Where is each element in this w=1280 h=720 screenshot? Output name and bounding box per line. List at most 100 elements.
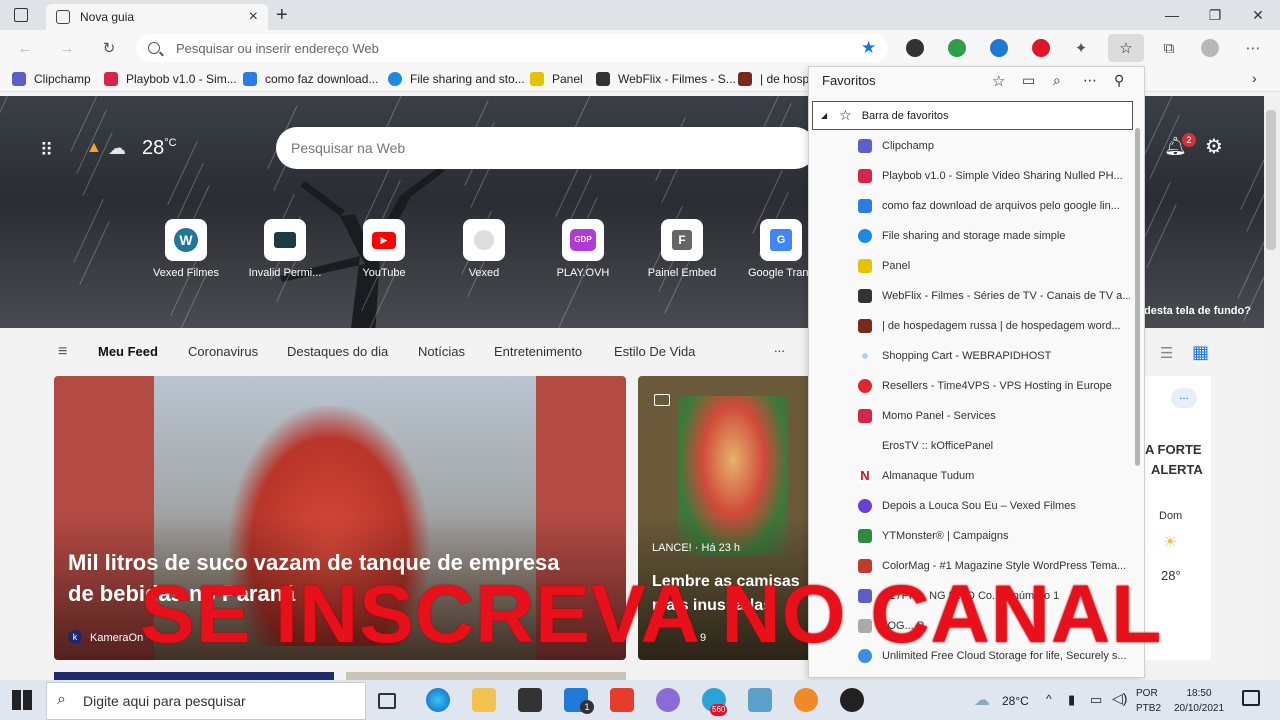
card3-more[interactable]: ... [1171,388,1197,408]
obs-icon[interactable] [840,688,864,712]
close-tab-icon[interactable]: × [249,8,258,26]
search-favorites-icon[interactable]: ⌕ [1053,72,1061,89]
new-tab-button[interactable]: + [276,4,288,27]
office-icon[interactable] [610,688,634,712]
quicklink-tile[interactable]: Invalid Permi... [240,219,330,279]
mail-badge: 1 [580,700,594,714]
favorite-item[interactable]: como faz download de arquivos pelo googl… [858,191,1130,221]
hamburger-menu-icon[interactable]: ≡ [58,343,67,361]
card3-day: Dom [1159,510,1183,522]
edge-icon[interactable] [426,688,450,712]
favorites-scroll-thumb[interactable] [1135,128,1140,466]
clock[interactable]: 18:50 20/10/2021 [1168,686,1230,716]
network-icon[interactable]: ▭ [1090,692,1102,708]
tab-nova-guia[interactable]: Nova guia × [46,4,268,30]
close-window-button[interactable]: ✕ [1236,0,1280,30]
notepad-icon[interactable] [748,688,772,712]
bookmark-item[interactable]: | de hospe [738,66,816,92]
background-info-link[interactable]: desta tela de fundo? [1144,305,1251,317]
favorite-item[interactable]: Shopping Cart - WEBRAPIDHOST [858,341,1130,371]
favorites-folder[interactable]: ◢ ☆ Barra de favoritos [812,101,1133,130]
minimize-button[interactable]: — [1150,0,1194,30]
extension-icon[interactable] [906,39,924,57]
favorite-item[interactable]: Panel [858,251,1130,281]
microphone-app-icon[interactable] [794,688,818,712]
maximize-button[interactable]: ❐ [1193,0,1237,30]
refresh-icon[interactable]: ↻ [98,38,120,58]
language-indicator[interactable]: POR PTB2 [1136,686,1161,716]
profile-avatar[interactable] [1201,39,1219,57]
bookmarks-overflow-icon[interactable]: › [1252,70,1257,86]
pin-icon[interactable]: ⚲ [1114,72,1124,89]
extension-green-icon[interactable] [948,39,966,57]
favorite-item[interactable]: Clipchamp [858,131,1130,161]
web-search-input[interactable]: Pesquisar na Web [276,127,816,169]
web-search-placeholder: Pesquisar na Web [291,140,406,156]
page-scroll-thumb[interactable] [1266,110,1276,250]
feed-more-button[interactable]: ... [774,340,785,355]
opera-icon[interactable] [1032,39,1050,57]
app-icon[interactable] [656,688,680,712]
taskbar-temp[interactable]: 28°C [1002,694,1029,708]
address-bar[interactable]: Pesquisar ou inserir endereço Web [136,34,888,62]
back-icon[interactable]: ← [14,38,36,58]
task-view-icon[interactable] [378,693,396,709]
favorite-item[interactable]: Depois a Louca Sou Eu – Vexed Filmes [858,491,1130,521]
file-explorer-icon[interactable] [472,688,496,712]
favorite-item[interactable]: WebFlix - Filmes - Séries de TV - Canais… [858,281,1130,311]
feed-tab-destaques[interactable]: Destaques do dia [287,344,388,359]
quicklink-tile[interactable]: Vexed [439,219,529,279]
collections-icon[interactable]: ⧉ [1158,38,1180,58]
favorite-item[interactable]: File sharing and storage made simple [858,221,1130,251]
feed-tab-coronavirus[interactable]: Coronavirus [188,344,258,359]
tray-chevron-icon[interactable]: ^ [1046,692,1052,706]
feed-tab-noticias[interactable]: Notícias [418,344,465,359]
add-favorite-icon[interactable]: ☆ [992,72,1005,90]
weather-temp[interactable]: 28°C [142,137,177,160]
store-icon[interactable] [518,688,542,712]
favorite-item[interactable]: | de hospedagem russa | de hospedagem wo… [858,311,1130,341]
bookmark-item[interactable]: Clipchamp [12,66,91,92]
mic-tray-icon[interactable]: ▮ [1068,692,1075,708]
taskbar-search-input[interactable]: ⌕ Digite aqui para pesquisar [46,682,366,720]
bookmark-item[interactable]: como faz download... [243,66,378,92]
volume-icon[interactable]: ◁) [1112,690,1127,707]
bookmark-item[interactable]: Panel [530,66,583,92]
notification-center-icon[interactable] [1242,690,1260,706]
tab-actions-icon[interactable] [14,8,28,22]
favorites-button[interactable]: ☆ [1108,34,1144,62]
rain-streak [73,199,104,263]
favorite-icon [858,139,872,153]
favorite-item[interactable]: ErosTV :: kOfficePanel [858,431,1130,461]
extensions-puzzle-icon[interactable]: ✦ [1070,38,1092,58]
forward-icon[interactable]: → [56,38,78,58]
favorites-more-icon[interactable]: ⋯ [1083,72,1097,89]
bookmark-item[interactable]: Playbob v1.0 - Sim... [104,66,237,92]
favorite-icon [858,319,872,333]
quicklink-tile[interactable]: W Vexed Filmes [141,219,231,279]
windows-start-icon[interactable] [12,690,32,710]
list-view-icon[interactable]: ☰ [1160,344,1173,362]
quicklink-tile[interactable]: F Painel Embed [637,219,727,279]
favorite-item[interactable]: YTMonster® | Campaigns [858,521,1130,551]
grid-view-icon[interactable]: ▦ [1192,342,1209,363]
bookmark-item[interactable]: File sharing and sto... [388,66,525,92]
extension-blue-icon[interactable] [990,39,1008,57]
more-menu-icon[interactable]: ⋯ [1242,38,1264,58]
feed-tab-entretenimento[interactable]: Entretenimento [494,344,582,359]
apps-grid-icon[interactable]: ⠿ [40,140,53,161]
bookmark-item[interactable]: WebFlix - Filmes - S... [596,66,736,92]
app-badge: 560 [710,704,728,716]
favorite-star-icon[interactable]: ★ [861,38,876,58]
favorite-item[interactable]: N Almanaque Tudum [858,461,1130,491]
favorite-item[interactable]: Resellers - Time4VPS - VPS Hosting in Eu… [858,371,1130,401]
quicklink-tile[interactable]: GDP PLAY.OVH [538,219,628,279]
feed-tab-estilo-de-vida[interactable]: Estilo De Vida [614,344,695,359]
favorite-item[interactable]: Momo Panel - Services [858,401,1130,431]
add-folder-icon[interactable]: ▭ [1022,72,1035,89]
cloud-icon: ☁ [108,138,126,158]
favorite-item[interactable]: Playbob v1.0 - Simple Video Sharing Null… [858,161,1130,191]
quicklink-tile[interactable]: ▶ YouTube [339,219,429,279]
settings-gear-icon[interactable]: ⚙ [1205,134,1223,159]
feed-tab-meu-feed[interactable]: Meu Feed [98,344,158,359]
